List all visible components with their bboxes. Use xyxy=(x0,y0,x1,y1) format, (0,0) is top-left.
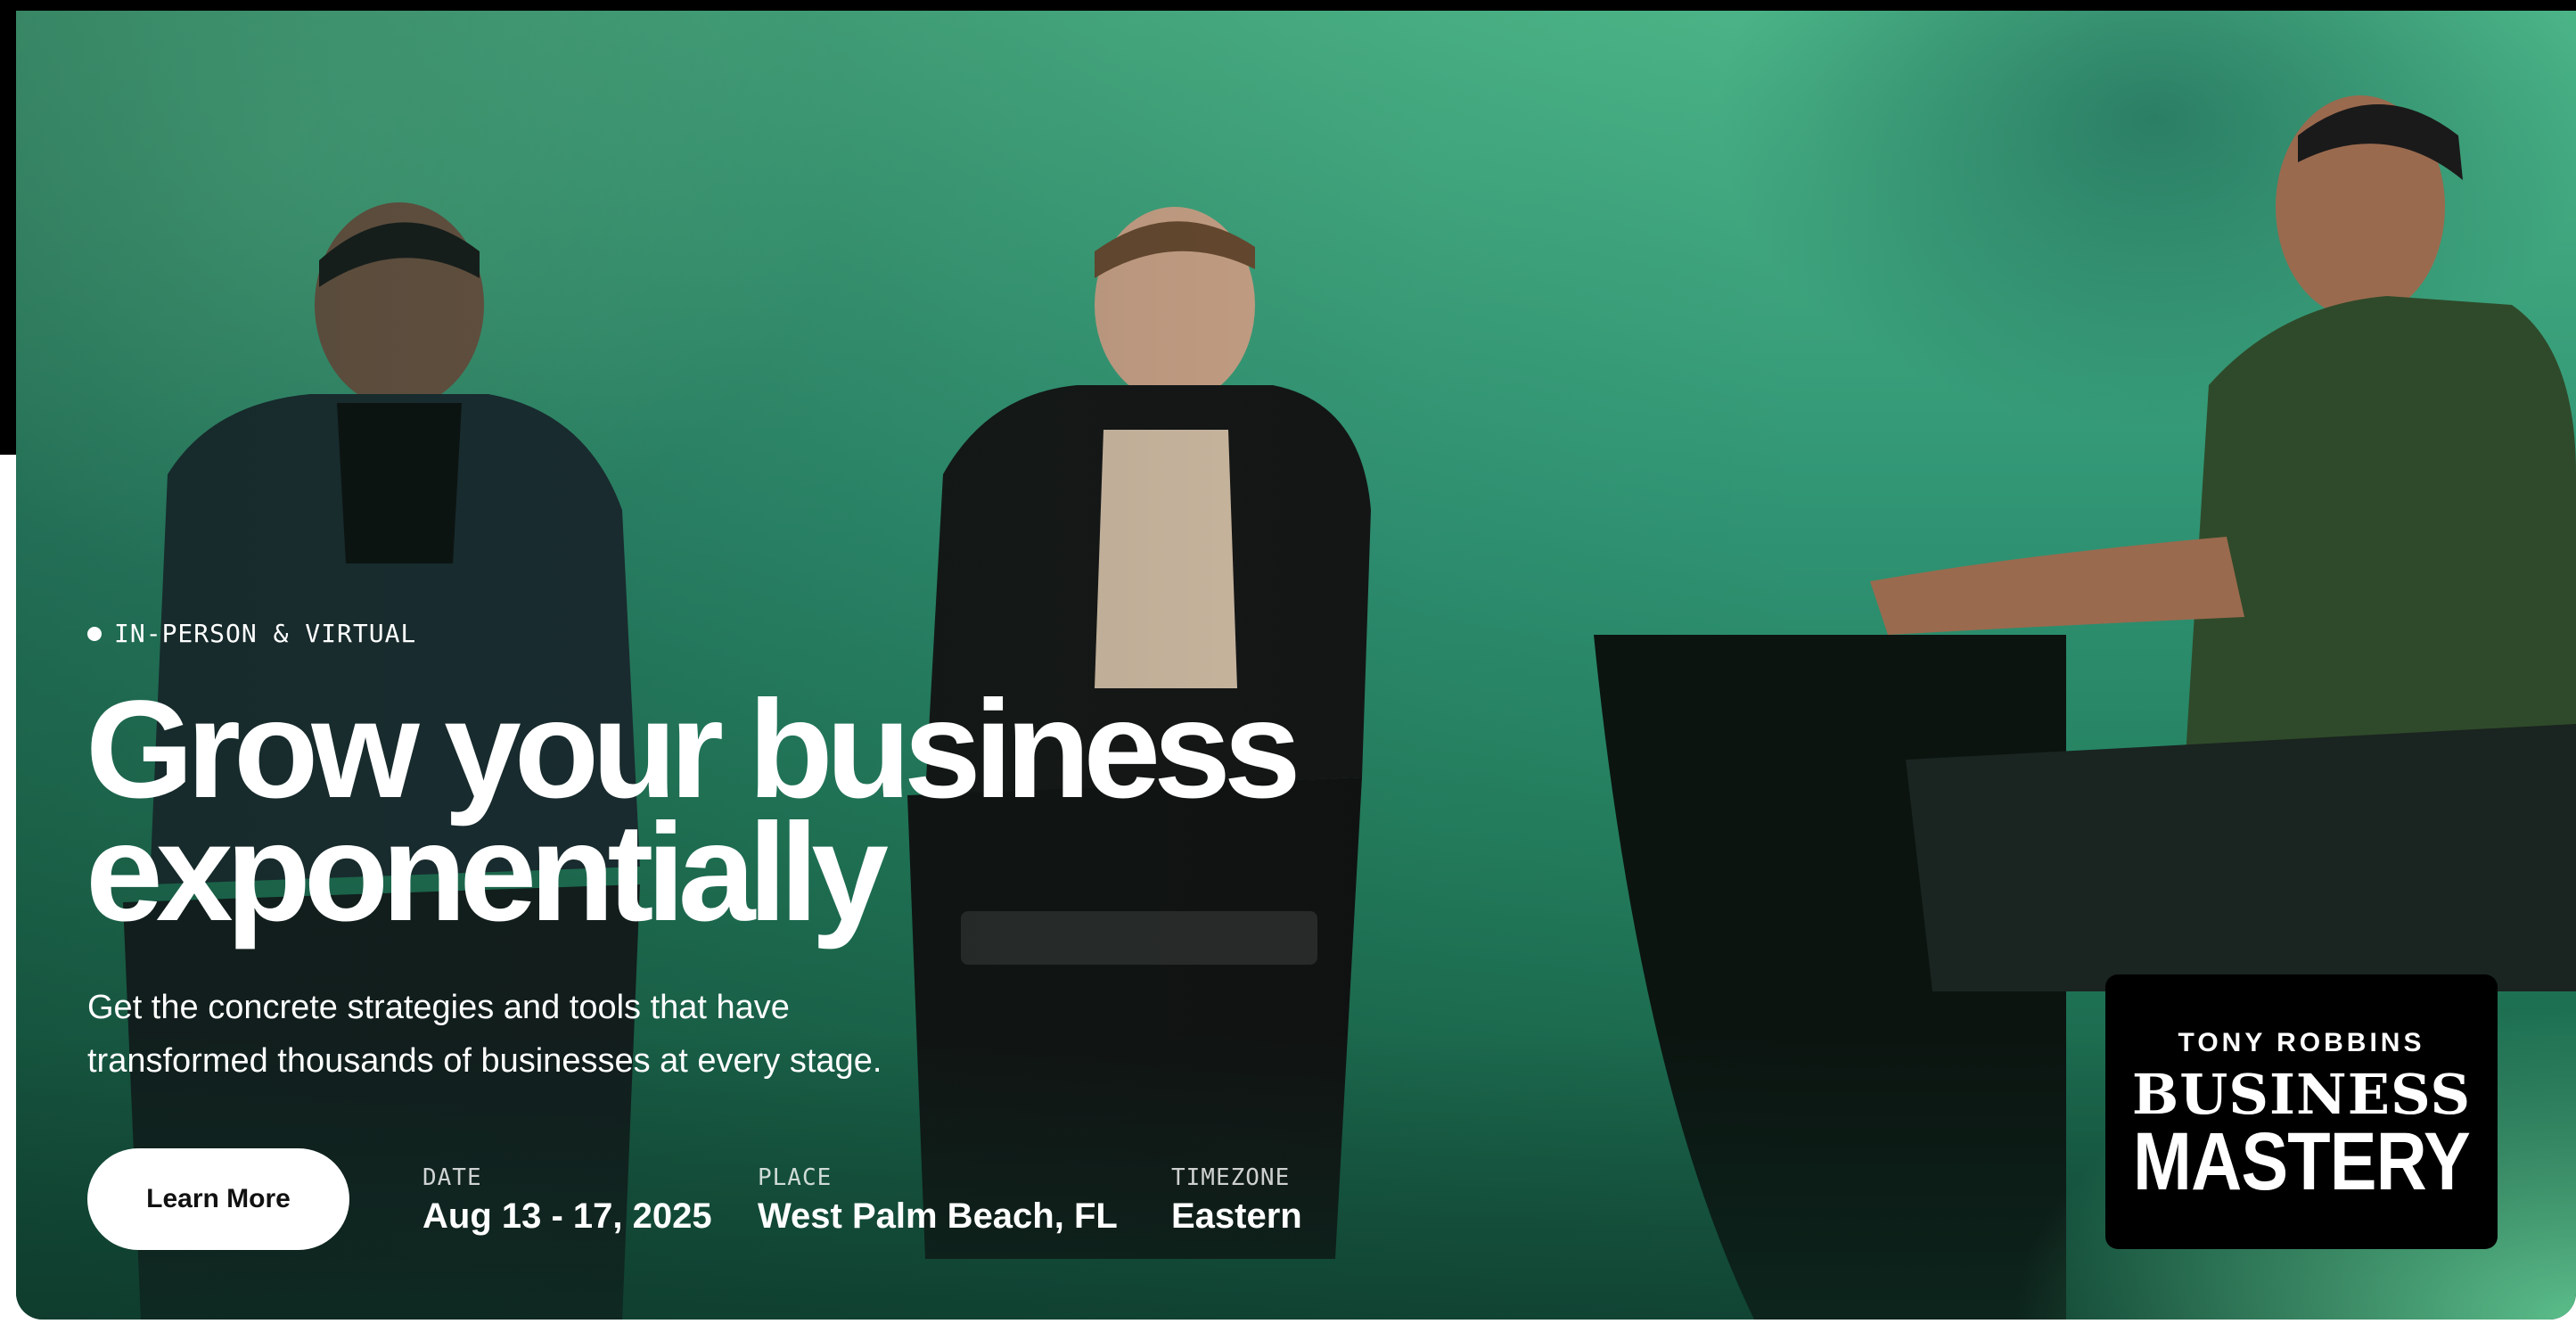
business-mastery-logo: TONY ROBBINS BUSINESS MASTERY xyxy=(2105,974,2498,1249)
learn-more-button[interactable]: Learn More xyxy=(87,1148,349,1250)
event-format-label: IN-PERSON & VIRTUAL xyxy=(114,619,417,648)
date-label: DATE xyxy=(422,1164,482,1191)
bullet-dot-icon xyxy=(87,626,102,641)
subheading-line-2: transformed thousands of businesses at e… xyxy=(87,1042,882,1080)
event-format-badge: IN-PERSON & VIRTUAL xyxy=(87,619,416,648)
timezone-label: TIMEZONE xyxy=(1171,1164,1291,1191)
headline-line-1: Grow your business xyxy=(86,672,1301,827)
hero-banner: IN-PERSON & VIRTUAL Grow your business e… xyxy=(16,11,2576,1320)
date-value: Aug 13 - 17, 2025 xyxy=(422,1196,712,1236)
place-value: West Palm Beach, FL xyxy=(758,1196,1118,1236)
headline-line-2: exponentially xyxy=(86,795,889,950)
logo-brand-line: TONY ROBBINS xyxy=(2178,1028,2425,1057)
timezone-value: Eastern xyxy=(1171,1196,1302,1236)
event-timezone: TIMEZONE Eastern xyxy=(1171,1164,1302,1237)
subheading-line-1: Get the concrete strategies and tools th… xyxy=(87,989,790,1026)
hero-headline: Grow your business exponentially xyxy=(86,672,1423,950)
event-date: DATE Aug 13 - 17, 2025 xyxy=(422,1164,712,1237)
logo-mastery-line: MASTERY xyxy=(2133,1116,2471,1207)
place-label: PLACE xyxy=(758,1164,833,1191)
event-place: PLACE West Palm Beach, FL xyxy=(758,1164,1118,1237)
hero-subheading: Get the concrete strategies and tools th… xyxy=(87,981,1068,1088)
